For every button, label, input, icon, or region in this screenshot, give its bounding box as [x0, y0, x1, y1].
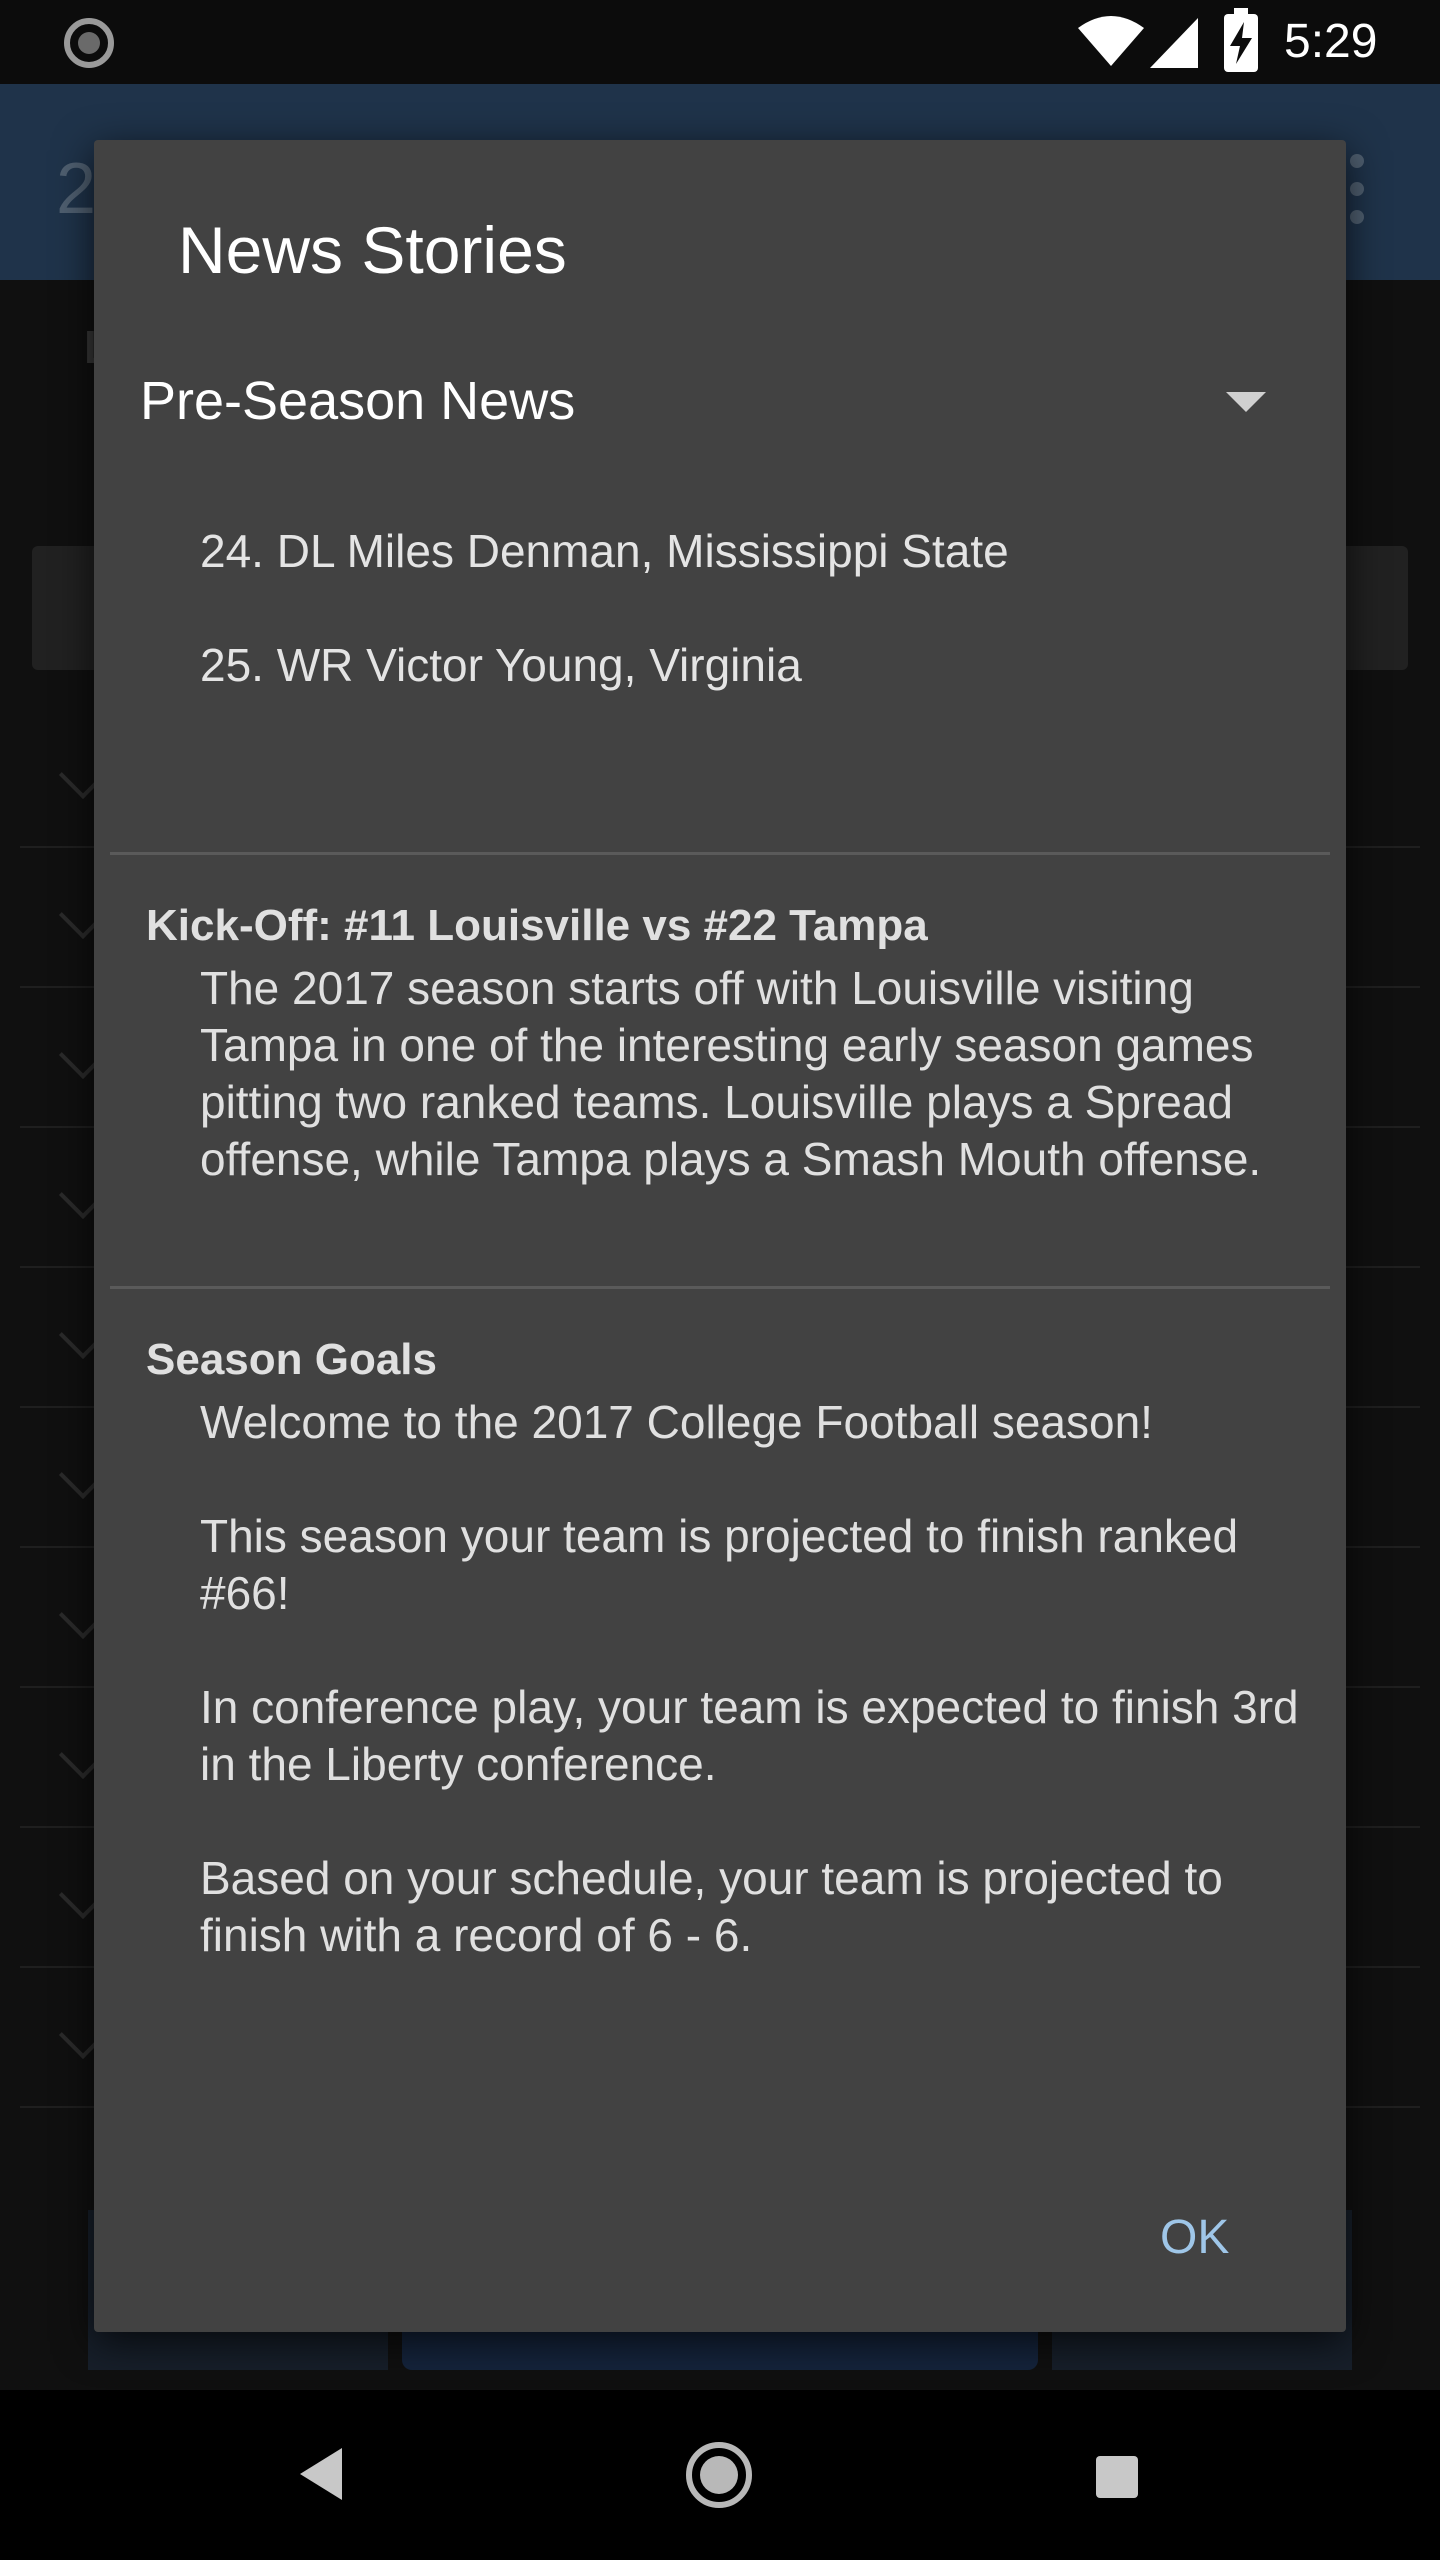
list-item: 25. WR Victor Young, Virginia	[200, 639, 802, 691]
back-icon[interactable]	[296, 2446, 346, 2502]
recent-apps-icon[interactable]	[1096, 2456, 1138, 2498]
battery-icon	[1224, 8, 1258, 72]
dropdown-arrow-icon[interactable]	[1226, 392, 1266, 412]
cell-signal-icon	[1150, 18, 1198, 68]
story-body: The 2017 season starts off with Louisvil…	[200, 962, 1267, 1185]
sync-status-icon	[64, 18, 114, 68]
story-title: Kick-Off: #11 Louisville vs #22 Tampa	[146, 901, 928, 950]
divider	[110, 852, 1330, 855]
story-body: Welcome to the 2017 College Football sea…	[200, 1396, 1299, 1961]
ok-button[interactable]: OK	[1160, 2208, 1229, 2268]
status-bar: 5:29	[0, 0, 1440, 84]
news-category-selected[interactable]: Pre-Season News	[140, 366, 575, 436]
dialog-title: News Stories	[178, 213, 567, 287]
home-icon[interactable]	[686, 2442, 752, 2508]
story-title: Season Goals	[146, 1335, 438, 1384]
news-stories-dialog: News Stories Pre-Season News 24. DL Mile…	[94, 140, 1346, 2332]
list-item: 24. DL Miles Denman, Mississippi State	[200, 525, 1009, 577]
divider	[110, 1286, 1330, 1289]
wifi-icon	[1078, 16, 1144, 66]
clock: 5:29	[1284, 15, 1378, 68]
